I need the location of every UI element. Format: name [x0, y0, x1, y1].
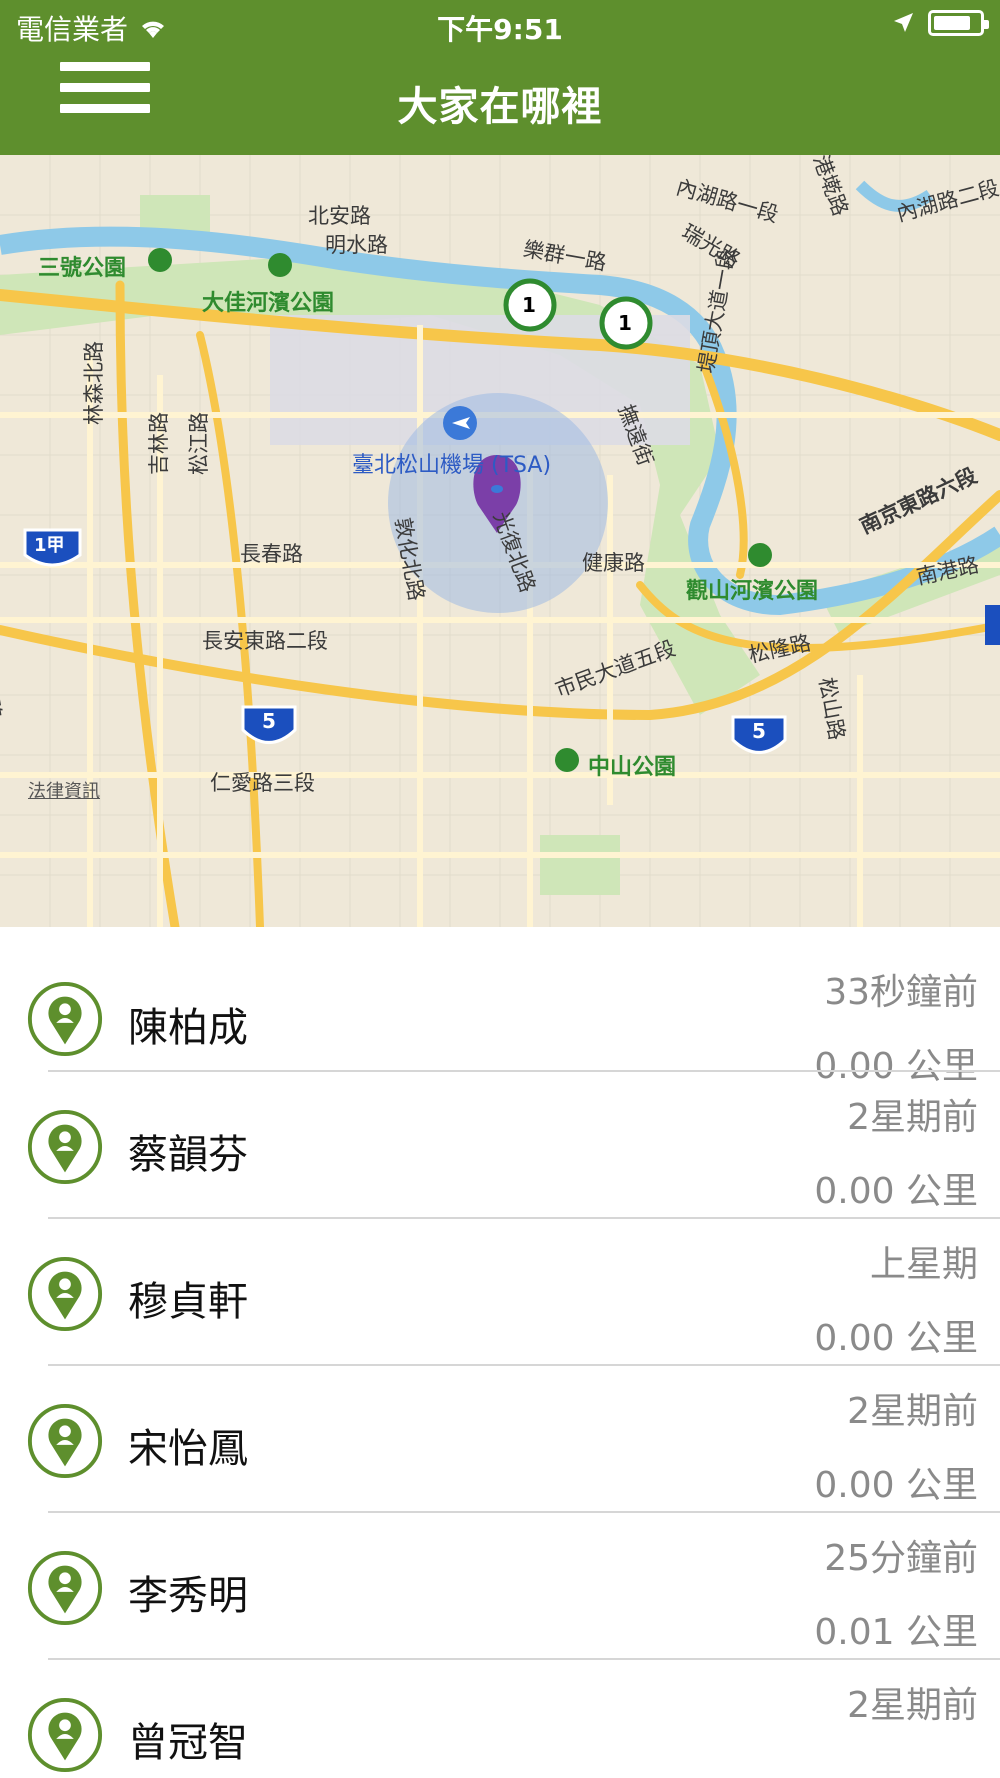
map-label: 北安路: [308, 204, 371, 228]
person-last-seen: 33秒鐘前: [824, 972, 978, 1013]
person-distance: 0.01 公里: [814, 1612, 978, 1653]
person-row[interactable]: 李秀明 25分鐘前 0.01 公里: [0, 1513, 1000, 1660]
map-label: 明水路: [325, 233, 388, 257]
map-view[interactable]: 內湖路一段 瑞光路 港墘路 內湖路二段 北安路 明水路 樂群一路 三號公園 大佳…: [0, 155, 1000, 927]
person-row[interactable]: 穆貞軒 上星期 0.00 公里: [0, 1219, 1000, 1366]
shield-number: 1甲: [34, 535, 65, 556]
person-location-pin-icon: [27, 1109, 103, 1185]
map-label: 健康路: [582, 551, 645, 575]
person-distance: 0.00 公里: [814, 1465, 978, 1506]
legal-link[interactable]: 法律資訊: [28, 777, 100, 803]
person-row[interactable]: 蔡韻芬 2星期前 0.00 公里: [0, 1072, 1000, 1219]
airport-label: 臺北松山機場 (TSA): [352, 453, 552, 478]
navigation-bar: 電信業者 下午9:51 大家在哪裡: [0, 0, 1000, 155]
person-last-seen: 2星期前: [847, 1391, 978, 1432]
person-name: 宋怡鳳: [128, 1426, 248, 1472]
map-label: 林森北路: [82, 341, 106, 425]
person-row[interactable]: 陳柏成 33秒鐘前 0.00 公里: [0, 927, 1000, 1087]
status-right: [892, 10, 989, 36]
person-name: 曾冠智: [128, 1720, 248, 1766]
hamburger-menu-icon: [60, 62, 150, 71]
map-label: 松江路: [187, 412, 211, 475]
status-time: 下午9:51: [437, 13, 563, 46]
map-label: 長春路: [240, 542, 303, 566]
person-location-pin-icon: [27, 1550, 103, 1626]
person-distance: 0.00 公里: [814, 1171, 978, 1212]
person-last-seen: 2星期前: [847, 1685, 978, 1726]
page-title: 大家在哪裡: [397, 84, 603, 130]
person-name: 穆貞軒: [128, 1279, 248, 1325]
person-row[interactable]: 宋怡鳳 2星期前 0.00 公里: [0, 1366, 1000, 1513]
person-name: 陳柏成: [128, 1005, 248, 1051]
person-last-seen: 上星期: [869, 1244, 978, 1285]
person-name: 李秀明: [128, 1573, 248, 1619]
person-name: 蔡韻芬: [128, 1132, 248, 1178]
map-park-label: 觀山河濱公園: [686, 579, 819, 604]
map-label: 長安東路二段: [202, 629, 328, 653]
map-label: 吉林路: [147, 412, 171, 475]
person-distance: 0.00 公里: [814, 1318, 978, 1359]
person-row[interactable]: 曾冠智 2星期前: [0, 1660, 1000, 1778]
shield-number: 5: [752, 719, 766, 743]
location-arrow-icon: [894, 13, 913, 32]
battery-icon: [928, 10, 989, 36]
person-location-pin-icon: [27, 981, 103, 1057]
map-park-label: 大佳河濱公園: [202, 291, 335, 316]
map-park-label: 中山公園: [588, 755, 677, 780]
map-label: 仁愛路三段: [210, 771, 315, 795]
person-location-pin-icon: [27, 1403, 103, 1479]
person-last-seen: 2星期前: [847, 1097, 978, 1138]
shield-number: 1: [618, 311, 632, 335]
shield-number: 1: [522, 293, 536, 317]
map-park-label: 三號公園: [38, 256, 127, 281]
person-last-seen: 25分鐘前: [824, 1538, 978, 1579]
person-location-pin-icon: [27, 1697, 103, 1773]
people-list: 陳柏成 33秒鐘前 0.00 公里 蔡韻芬 2星期前 0.00 公里 穆貞軒 上…: [0, 927, 1000, 1778]
shield-number: 5: [262, 709, 276, 733]
status-bar: 電信業者 下午9:51: [0, 0, 1000, 50]
person-location-pin-icon: [27, 1256, 103, 1332]
